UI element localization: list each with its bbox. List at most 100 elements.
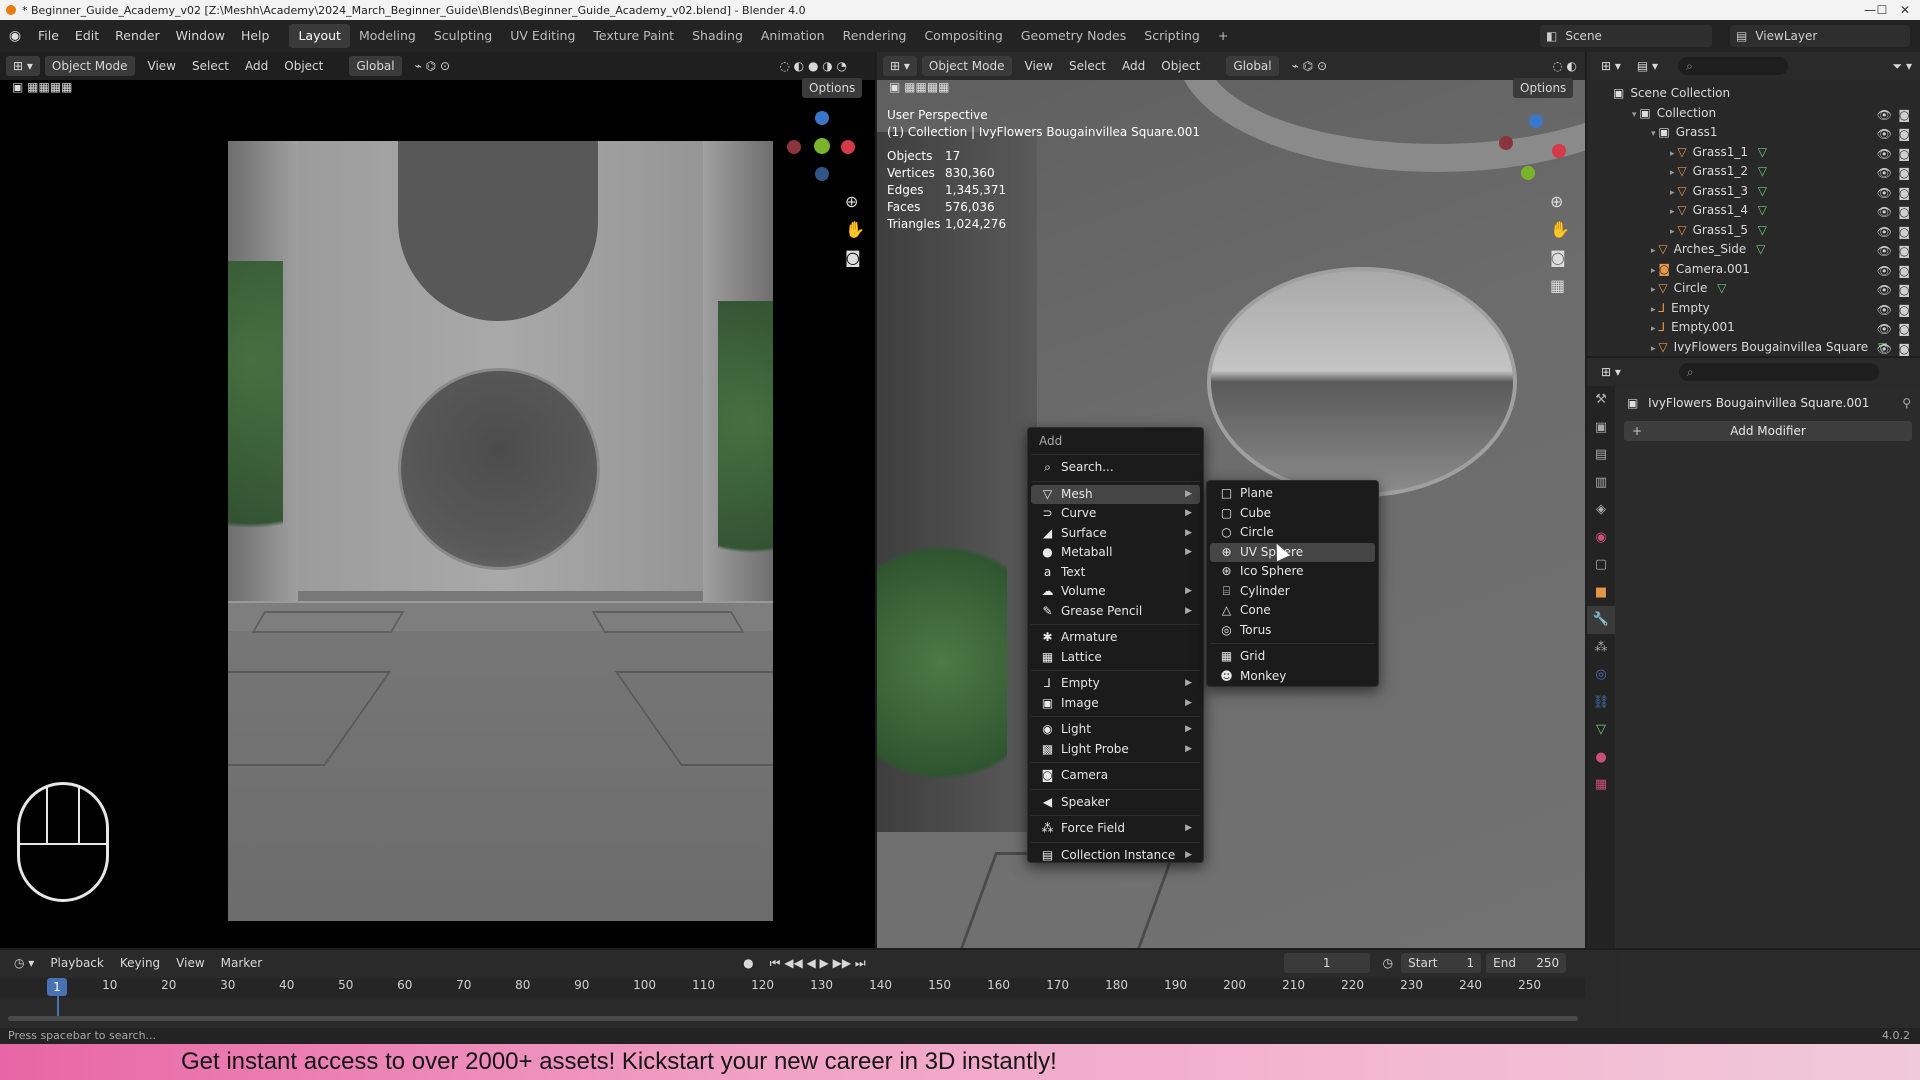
add-menu-item-surface[interactable]: ◢ Surface ▶ <box>1031 524 1200 544</box>
left-options-button[interactable]: Options <box>802 78 863 98</box>
menu-file[interactable]: File <box>30 20 67 52</box>
timeline-scrollbar[interactable] <box>8 1016 1578 1021</box>
tab-uv-editing[interactable]: UV Editing <box>501 24 584 48</box>
left-viewport[interactable]: ⊞ ▾ Object Mode View Select Add Object G… <box>0 52 875 948</box>
outliner-item[interactable]: ▸ ▽ Grass1_3 ▽ 👁 ◙ <box>1587 182 1920 202</box>
menu-view[interactable]: View <box>168 956 212 970</box>
add-menu-item-collection-instance[interactable]: ▤ Collection Instance ▶ <box>1031 846 1200 866</box>
end-frame-field[interactable]: End 250 <box>1486 953 1567 973</box>
mesh-menu-item-monkey[interactable]: ☻ Monkey <box>1210 667 1375 687</box>
pan-hand-icon[interactable]: ✋ <box>845 220 865 239</box>
zoom-icon[interactable]: ⊕ <box>1550 192 1563 211</box>
tool-tab-icon[interactable]: ⚒ <box>1587 386 1615 414</box>
outliner-item[interactable]: ▸ ⅃ Empty.001 👁 ◙ <box>1587 318 1920 338</box>
menu-edit[interactable]: Edit <box>67 20 107 52</box>
collection-tab-icon[interactable]: ▢ <box>1587 551 1615 579</box>
add-modifier-button[interactable]: + Add Modifier <box>1624 421 1912 441</box>
gizmo-neg-x[interactable] <box>1499 136 1513 150</box>
mesh-data-icon[interactable]: ▽ <box>1754 203 1767 217</box>
add-menu-item-image[interactable]: ▣ Image ▶ <box>1031 694 1200 714</box>
mesh-menu-item-circle[interactable]: ○ Circle <box>1210 523 1375 543</box>
right-mode-select[interactable]: Object Mode <box>921 56 1012 76</box>
mesh-data-icon[interactable]: ▽ <box>1754 223 1767 237</box>
timeline-editor-type[interactable]: ◷ ▾ <box>6 956 42 970</box>
mesh-data-icon[interactable]: ▽ <box>1754 164 1767 178</box>
view-layer-tab-icon[interactable]: ▥ <box>1587 469 1615 497</box>
add-menu-item-lattice[interactable]: ▦ Lattice <box>1031 648 1200 668</box>
tab-geometry-nodes[interactable]: Geometry Nodes <box>1012 24 1135 48</box>
blender-menu-icon[interactable]: ◉ <box>0 28 30 44</box>
particles-tab-icon[interactable]: ⁂ <box>1587 634 1615 662</box>
outliner-search-input[interactable]: ⌕ <box>1678 57 1789 75</box>
shading-mode-icons[interactable]: ◌ ◐ ● ◑ ◔ <box>771 59 855 73</box>
left-mode-select[interactable]: Object Mode <box>44 56 135 76</box>
constraints-tab-icon[interactable]: ⛓ <box>1587 689 1615 717</box>
outliner-item[interactable]: ▸ ▽ Grass1_1 ▽ 👁 ◙ <box>1587 143 1920 163</box>
mesh-data-icon[interactable]: ▽ <box>1713 281 1726 295</box>
right-options-button[interactable]: Options <box>1513 78 1574 98</box>
mesh-menu-item-cube[interactable]: ▢ Cube <box>1210 504 1375 524</box>
outliner-item[interactable]: ▸ ▽ IvyFlowers Bougainvillea Square ▽ 👁 ◙ <box>1587 338 1920 358</box>
add-menu-item-force-field[interactable]: ⁂ Force Field ▶ <box>1031 819 1200 839</box>
add-menu-item-grease-pencil[interactable]: ✎ Grease Pencil ▶ <box>1031 602 1200 622</box>
gizmo-x-axis[interactable] <box>1552 144 1566 158</box>
add-menu-item-metaball[interactable]: ● Metaball ▶ <box>1031 543 1200 563</box>
data-tab-icon[interactable]: ▽ <box>1587 716 1615 744</box>
record-button[interactable]: ● <box>735 956 761 970</box>
right-menu-select[interactable]: Select <box>1061 59 1114 73</box>
right-select-tool-icons[interactable]: ▣ ▦▦▦▦ <box>889 80 950 94</box>
left-orientation-select[interactable]: Global <box>349 56 402 76</box>
tab-texture-paint[interactable]: Texture Paint <box>584 24 683 48</box>
scene-tab-icon[interactable]: ◈ <box>1587 496 1615 524</box>
pin-icon[interactable]: ⚲ <box>1902 396 1911 410</box>
outliner-item[interactable]: ▸ ▽ Arches_Side ▽ 👁 ◙ <box>1587 240 1920 260</box>
add-menu-search[interactable]: ⌕ Search... <box>1031 458 1200 478</box>
add-menu-item-volume[interactable]: ☁ Volume ▶ <box>1031 582 1200 602</box>
left-menu-view[interactable]: View <box>140 59 184 73</box>
left-menu-object[interactable]: Object <box>276 59 331 73</box>
right-menu-object[interactable]: Object <box>1153 59 1208 73</box>
add-menu-item-light-probe[interactable]: ▩ Light Probe ▶ <box>1031 740 1200 760</box>
menu-render[interactable]: Render <box>107 20 168 52</box>
tab-shading[interactable]: Shading <box>683 24 752 48</box>
add-menu-item-empty[interactable]: ⅃ Empty ▶ <box>1031 674 1200 694</box>
object-tab-icon[interactable]: ■ <box>1587 579 1615 607</box>
outliner-item[interactable]: ▸ ▽ Grass1_4 ▽ 👁 ◙ <box>1587 201 1920 221</box>
right-editor-type-button[interactable]: ⊞ ▾ <box>883 56 917 76</box>
tab-sculpting[interactable]: Sculpting <box>425 24 501 48</box>
maximize-button[interactable]: ☐ <box>1872 0 1892 20</box>
scene-selector[interactable]: ◧ Scene <box>1540 25 1712 47</box>
mesh-data-icon[interactable]: ▽ <box>1752 242 1765 256</box>
outliner-item[interactable]: ▸ ▽ Grass1_5 ▽ 👁 ◙ <box>1587 221 1920 241</box>
viewlayer-selector[interactable]: ▤ ViewLayer <box>1730 25 1910 47</box>
tab-layout[interactable]: Layout <box>289 24 350 48</box>
mesh-menu-item-grid[interactable]: ▦ Grid <box>1210 647 1375 667</box>
right-snap-icons[interactable]: ⌁ ⌬ ⊙ <box>1284 59 1335 73</box>
right-navigation-gizmo[interactable] <box>1499 114 1569 184</box>
left-menu-add[interactable]: Add <box>237 59 276 73</box>
filter-icon[interactable]: ⏷ ▾ <box>1885 59 1920 74</box>
add-menu-item-speaker[interactable]: ◀ Speaker <box>1031 793 1200 813</box>
mesh-data-icon[interactable]: ▽ <box>1754 145 1767 159</box>
modifier-tab-icon[interactable]: 🔧 <box>1587 606 1615 634</box>
camera-view-icon[interactable]: ◙ <box>1550 248 1566 267</box>
pan-hand-icon[interactable]: ✋ <box>1550 220 1570 239</box>
render-tab-icon[interactable]: ▣ <box>1587 414 1615 442</box>
mesh-menu-item-plane[interactable]: □ Plane <box>1210 484 1375 504</box>
add-workspace-button[interactable]: + <box>1209 24 1237 48</box>
menu-help[interactable]: Help <box>233 20 278 52</box>
outliner-item[interactable]: ▾ ▣ Grass1 👁 ◙ <box>1587 123 1920 143</box>
mesh-menu-item-torus[interactable]: ◎ Torus <box>1210 621 1375 641</box>
outliner-item[interactable]: ▸ ◙ Camera.001 👁 ◙ <box>1587 260 1920 280</box>
tab-rendering[interactable]: Rendering <box>834 24 916 48</box>
add-menu-item-curve[interactable]: ⊃ Curve ▶ <box>1031 504 1200 524</box>
outliner-editor-type[interactable]: ⊞ ▾ <box>1593 59 1629 73</box>
outliner-root[interactable]: ▣ Scene Collection <box>1587 84 1920 104</box>
frame-ruler[interactable]: 1102030405060708090100110120130140150160… <box>0 978 1585 998</box>
menu-playback[interactable]: Playback <box>42 956 112 970</box>
add-menu-item-light[interactable]: ◉ Light ▶ <box>1031 720 1200 740</box>
gizmo-neg-x[interactable] <box>787 140 801 154</box>
left-menu-select[interactable]: Select <box>184 59 237 73</box>
physics-tab-icon[interactable]: ◎ <box>1587 661 1615 689</box>
zoom-icon[interactable]: ⊕ <box>845 192 858 211</box>
